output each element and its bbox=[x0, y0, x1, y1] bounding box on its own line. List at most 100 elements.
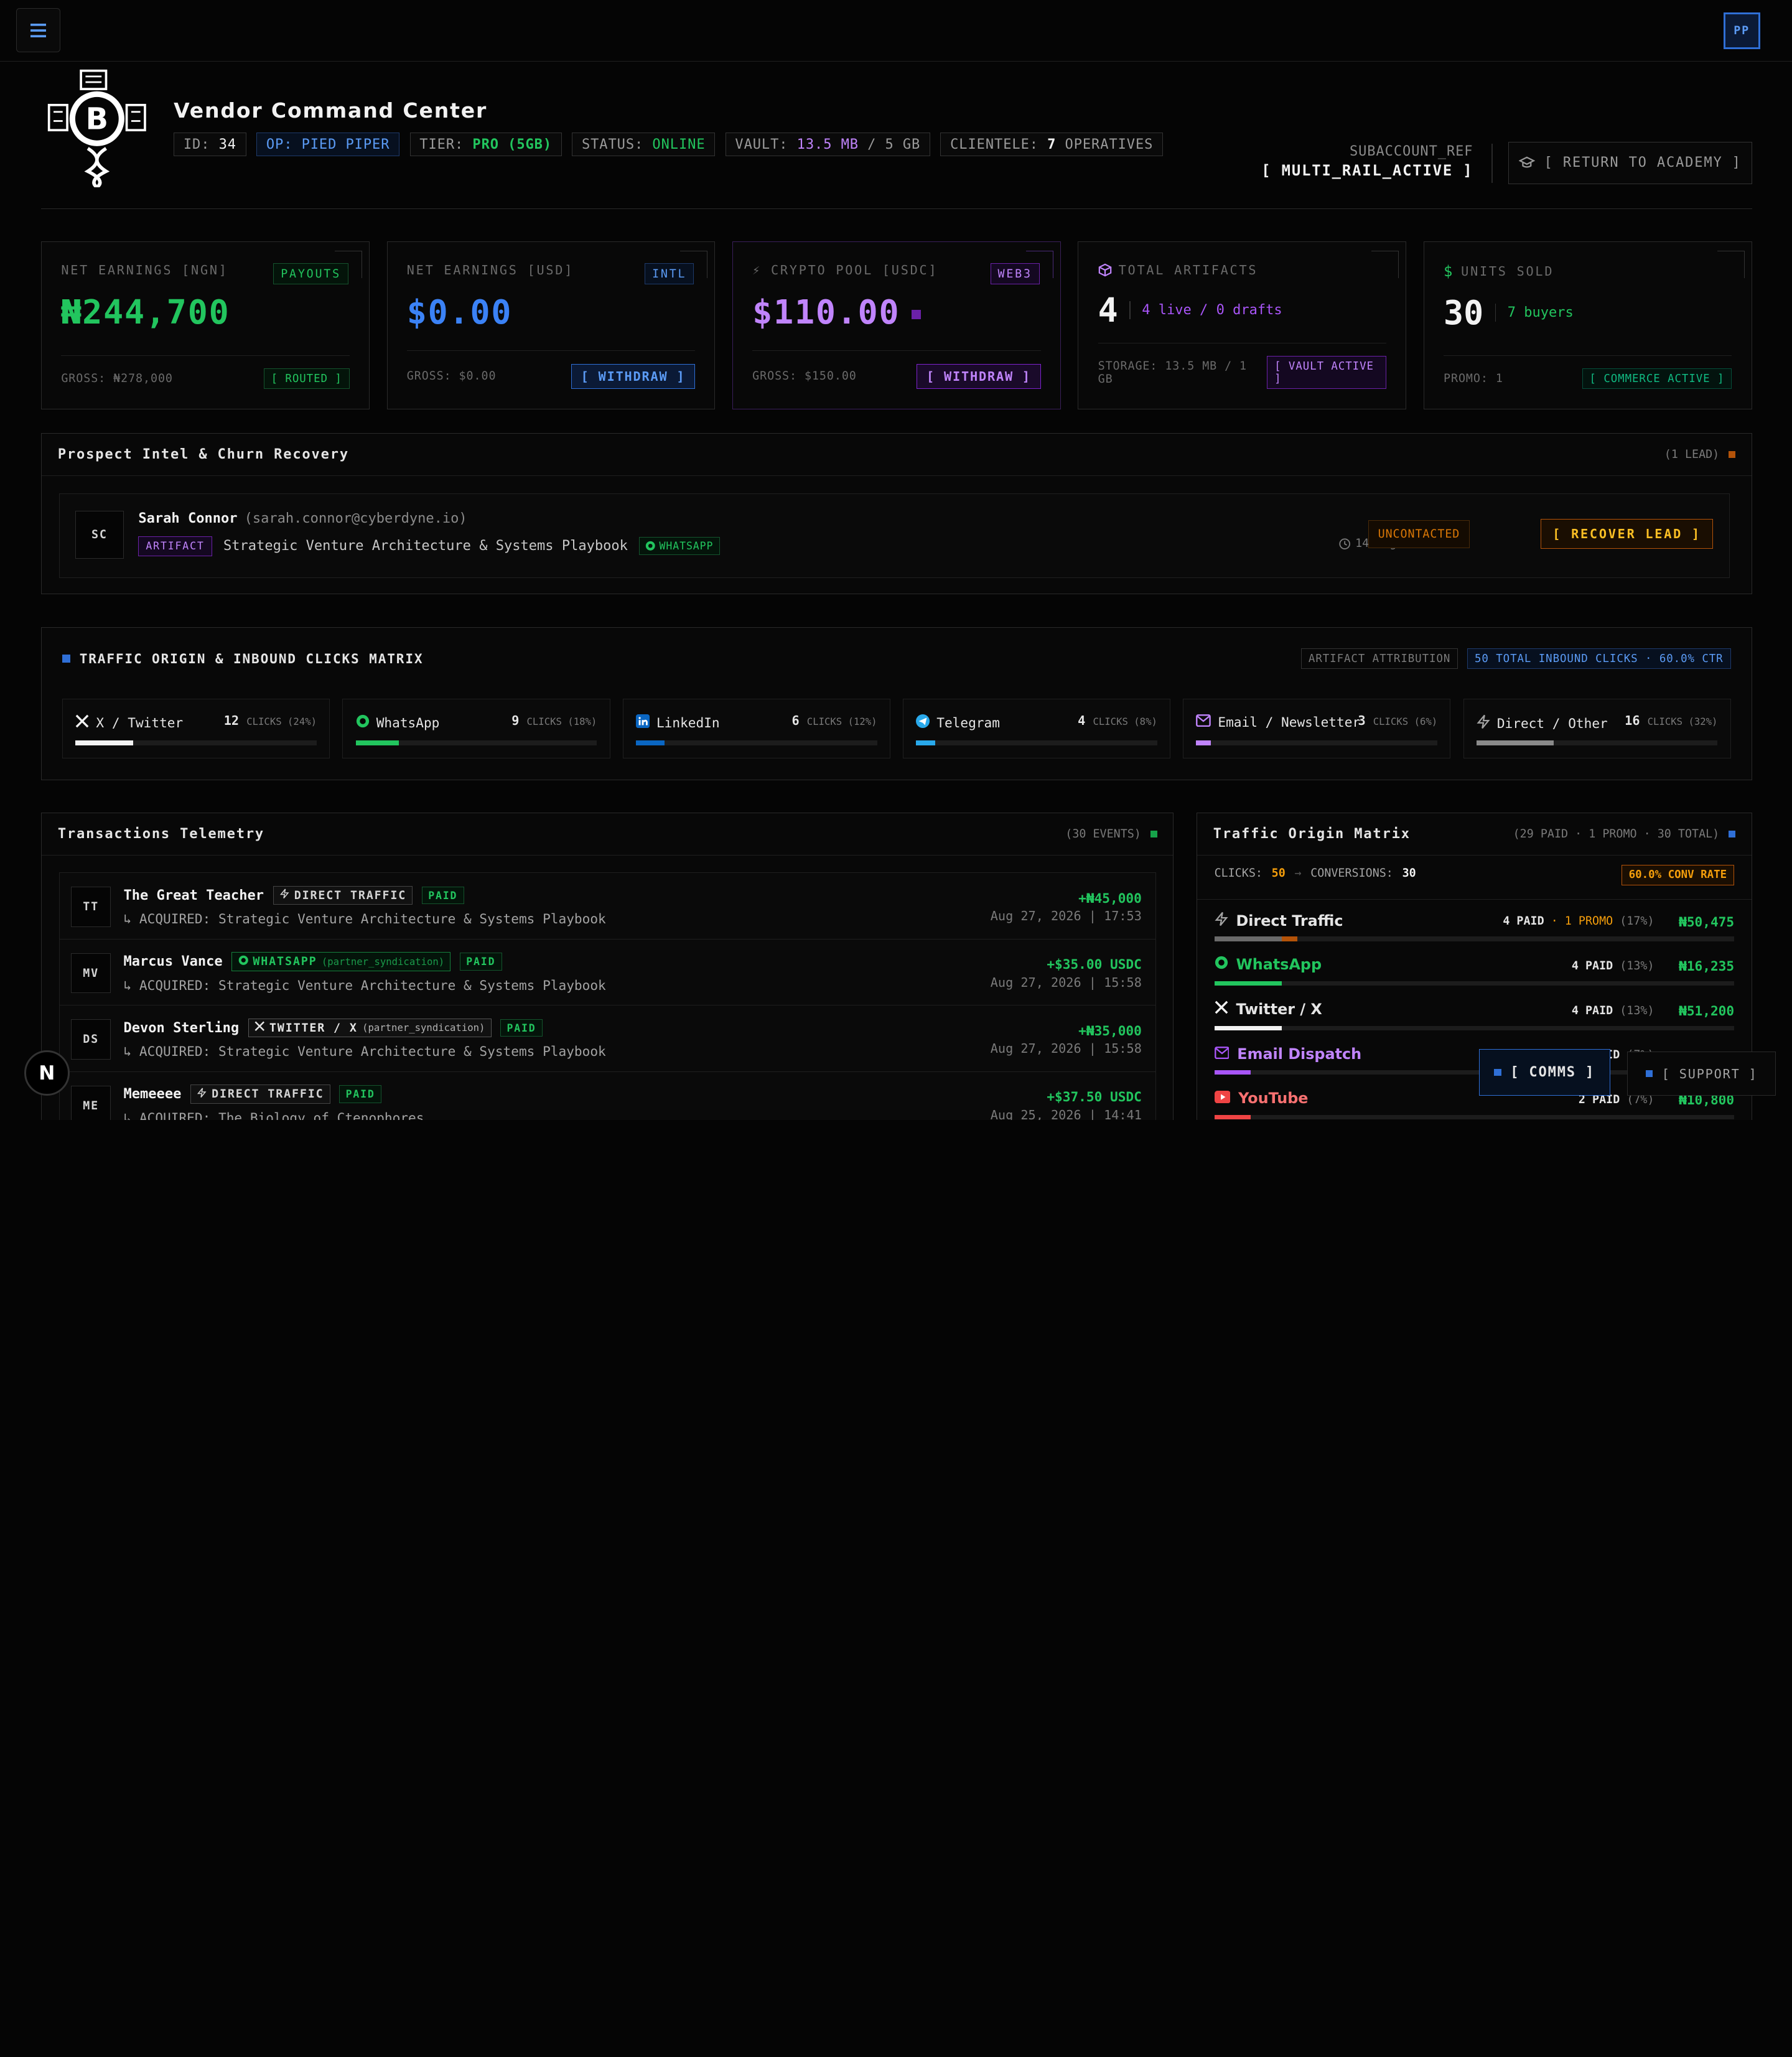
origin-matrix-title: Traffic Origin Matrix bbox=[1213, 826, 1411, 842]
source-bar-fill bbox=[635, 740, 665, 745]
source-name: Direct / Other bbox=[1477, 714, 1608, 732]
transactions-list: TT The Great Teacher DIRECT TRAFFIC PAID… bbox=[58, 872, 1156, 1120]
user-avatar[interactable]: PP bbox=[1723, 12, 1760, 49]
lead-product: Strategic Venture Architecture & Systems… bbox=[223, 538, 628, 554]
crypto-gross: GROSS: $150.00 bbox=[752, 370, 857, 383]
menu-button[interactable] bbox=[16, 7, 61, 53]
lead-avatar: SC bbox=[75, 511, 124, 559]
source-name: WhatsApp bbox=[356, 714, 439, 731]
status-chips: ID: 34 OP: PIED PIPER TIER: PRO (5GB) ST… bbox=[174, 133, 1164, 157]
stat-cards: NET EARNINGS [NGN] PAYOUTS ₦244,700 GROS… bbox=[41, 241, 1752, 409]
origin-row[interactable]: WhatsApp 4 PAID (13%) ₦16,235 bbox=[1214, 956, 1735, 1001]
x-icon bbox=[254, 1021, 265, 1035]
bolt-icon bbox=[1477, 714, 1490, 732]
lead-name: Sarah Connor bbox=[138, 511, 238, 527]
source-tag: WHATSAPP (partner_syndication) bbox=[231, 952, 451, 971]
source-bar bbox=[916, 740, 1157, 745]
origin-name: Email Dispatch bbox=[1214, 1045, 1361, 1063]
events-count: (30 EVENTS) bbox=[1065, 827, 1141, 841]
source-bar bbox=[1196, 740, 1438, 745]
units-value: 30 bbox=[1444, 293, 1484, 332]
origin-meta: 4 PAID · 1 PROMO (17%) bbox=[1503, 915, 1654, 928]
bolt-icon bbox=[197, 1088, 207, 1101]
tier-chip: TIER: PRO (5GB) bbox=[409, 133, 562, 157]
transaction-date: Aug 27, 2026 | 17:53 bbox=[990, 908, 1142, 924]
transaction-row[interactable]: TT The Great Teacher DIRECT TRAFFIC PAID… bbox=[58, 872, 1156, 939]
ngn-earnings-card: NET EARNINGS [NGN] PAYOUTS ₦244,700 GROS… bbox=[41, 241, 370, 409]
traffic-source-card[interactable]: Direct / Other 16 CLICKS (32%) bbox=[1463, 699, 1731, 758]
transactions-title: Transactions Telemetry bbox=[57, 826, 265, 842]
dollar-icon: $ bbox=[1444, 262, 1455, 280]
commerce-active-tag: [ COMMERCE ACTIVE ] bbox=[1582, 368, 1732, 389]
traffic-source-card[interactable]: LinkedIn 6 CLICKS (12%) bbox=[622, 699, 890, 758]
origin-row[interactable]: Direct Traffic 4 PAID · 1 PROMO (17%) ₦5… bbox=[1214, 912, 1735, 956]
source-bar-fill bbox=[75, 740, 134, 745]
lead-name-line: Sarah Connor (sarah.connor@cyberdyne.io) bbox=[138, 511, 467, 526]
source-clicks: 9 CLICKS (18%) bbox=[511, 713, 597, 729]
page-header: B Vendor Command Center ID: 34 OP: PIED … bbox=[41, 62, 1752, 210]
usd-value: $0.00 bbox=[406, 293, 513, 332]
transaction-row[interactable]: MV Marcus Vance WHATSAPP (partner_syndic… bbox=[58, 938, 1156, 1005]
lead-row[interactable]: SC Sarah Connor (sarah.connor@cyberdyne.i… bbox=[58, 493, 1730, 578]
origin-bar-fill bbox=[1214, 1114, 1251, 1120]
bolt-icon bbox=[279, 889, 290, 902]
origin-bar-fill bbox=[1214, 1070, 1251, 1075]
youtube-icon bbox=[1214, 1089, 1231, 1107]
pulse-indicator bbox=[911, 310, 921, 319]
traffic-source-card[interactable]: Telegram 4 CLICKS (8%) bbox=[903, 699, 1171, 758]
page-title: Vendor Command Center bbox=[174, 98, 488, 123]
origin-name: Twitter / X bbox=[1215, 1001, 1322, 1018]
traffic-source-card[interactable]: X / Twitter 12 CLICKS (24%) bbox=[62, 699, 330, 758]
storage-text: STORAGE: 13.5 MB / 1 GB bbox=[1098, 359, 1248, 386]
clicks-summary-badge: 50 TOTAL INBOUND CLICKS · 60.0% CTR bbox=[1467, 648, 1731, 669]
transaction-row[interactable]: ME Memeeee DIRECT TRAFFIC PAID ↳ ACQUIRE… bbox=[58, 1071, 1156, 1120]
source-clicks: 6 CLICKS (12%) bbox=[791, 713, 877, 729]
origin-bar-fill bbox=[1214, 981, 1282, 986]
comms-button[interactable]: [ COMMS ] bbox=[1478, 1049, 1610, 1096]
source-clicks: 12 CLICKS (24%) bbox=[223, 713, 317, 729]
mail-icon bbox=[1214, 1045, 1230, 1063]
origin-bar bbox=[1214, 981, 1735, 986]
clicks-stat: CLICKS: 50 bbox=[1214, 867, 1286, 880]
whatsapp-icon bbox=[1215, 956, 1228, 973]
clock-icon bbox=[1339, 538, 1351, 549]
recover-lead-button[interactable]: [ RECOVER LEAD ] bbox=[1540, 519, 1714, 549]
brand-logo: B bbox=[48, 70, 147, 188]
lead-email: (sarah.connor@cyberdyne.io) bbox=[244, 511, 467, 527]
source-bar-fill bbox=[1476, 740, 1554, 745]
subaccount-value: [ MULTI_RAIL_ACTIVE ] bbox=[1261, 162, 1473, 180]
card-label: TOTAL ARTIFACTS bbox=[1098, 263, 1386, 278]
mail-icon bbox=[1196, 714, 1211, 730]
bolt-icon bbox=[1214, 912, 1228, 930]
transaction-amount: +$35.00 USDC bbox=[1047, 956, 1142, 973]
paid-badge: PAID bbox=[500, 1019, 543, 1037]
artifacts-value: 4 bbox=[1098, 291, 1118, 330]
traffic-source-card[interactable]: WhatsApp 9 CLICKS (18%) bbox=[342, 699, 610, 758]
artifact-attribution-button[interactable]: ARTIFACT ATTRIBUTION bbox=[1300, 648, 1458, 669]
clientele-chip: CLIENTELE: 7 OPERATIVES bbox=[940, 133, 1164, 157]
source-name: LinkedIn bbox=[635, 714, 720, 731]
support-button[interactable]: [ SUPPORT ] bbox=[1627, 1051, 1776, 1096]
dev-tools-badge[interactable]: N bbox=[24, 1050, 70, 1096]
prospect-title: Prospect Intel & Churn Recovery bbox=[57, 447, 349, 463]
traffic-source-card[interactable]: Email / Newsletter 3 CLICKS (6%) bbox=[1183, 699, 1451, 758]
whatsapp-icon bbox=[356, 714, 370, 731]
buyer-avatar: ME bbox=[71, 1085, 111, 1120]
crypto-withdraw-button[interactable]: [ WITHDRAW ] bbox=[917, 363, 1041, 389]
lead-count: (1 LEAD) bbox=[1664, 448, 1720, 462]
usd-earnings-card: NET EARNINGS [USD] INTL $0.00 GROSS: $0.… bbox=[386, 241, 716, 409]
origin-row[interactable]: Twitter / X 4 PAID (13%) ₦51,200 bbox=[1214, 1001, 1735, 1045]
x-icon bbox=[1215, 1001, 1228, 1018]
hamburger-icon bbox=[30, 23, 47, 37]
status-chip: STATUS: ONLINE bbox=[572, 133, 716, 157]
return-to-academy-button[interactable]: [ RETURN TO ACADEMY ] bbox=[1508, 141, 1752, 184]
x-icon bbox=[75, 714, 89, 731]
id-chip: ID: 34 bbox=[174, 133, 246, 157]
source-bar-fill bbox=[916, 740, 936, 745]
transaction-row[interactable]: DS Devon Sterling TWITTER / X (partner_s… bbox=[58, 1005, 1156, 1071]
acquired-item: ↳ ACQUIRED: The Biology of Ctenophores bbox=[123, 1109, 424, 1120]
usd-withdraw-button[interactable]: [ WITHDRAW ] bbox=[571, 363, 696, 389]
conversions-stat: CONVERSIONS: 30 bbox=[1310, 867, 1416, 880]
origin-bar bbox=[1214, 1025, 1735, 1030]
linkedin-icon bbox=[635, 714, 650, 731]
